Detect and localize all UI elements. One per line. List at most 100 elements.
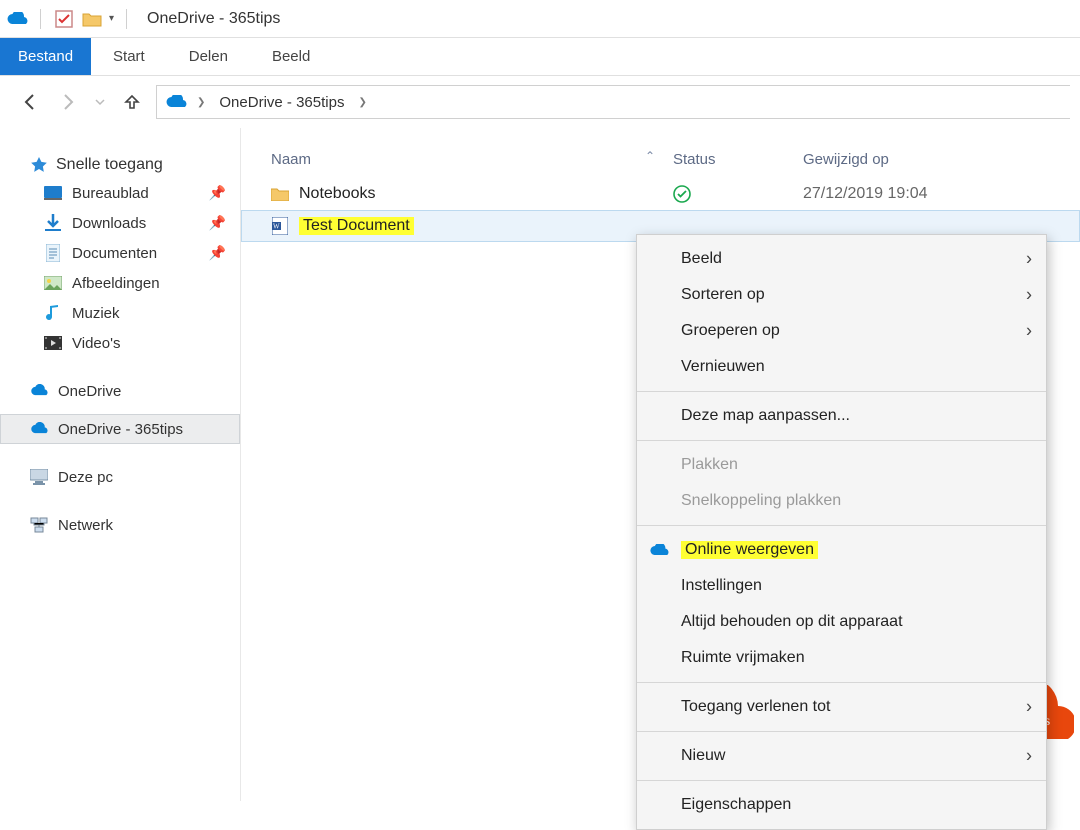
chevron-right-icon[interactable]: ❯	[354, 97, 370, 108]
onedrive-icon	[30, 382, 48, 400]
sidebar-item-onedrive[interactable]: OneDrive	[0, 376, 240, 406]
ribbon: Bestand Start Delen Beeld	[0, 38, 1080, 76]
separator	[40, 9, 41, 29]
sidebar-item-downloads[interactable]: Downloads 📌	[0, 208, 240, 238]
qat-dropdown[interactable]: ▾	[109, 13, 114, 24]
ctx-view-online[interactable]: Online weergeven	[637, 532, 1046, 568]
ctx-label: Instellingen	[681, 577, 762, 595]
sidebar-item-network[interactable]: Netwerk	[0, 510, 240, 540]
ctx-label: Vernieuwen	[681, 358, 765, 376]
sidebar-item-label: OneDrive - 365tips	[58, 421, 183, 438]
synced-icon	[673, 185, 803, 203]
word-document-icon: W	[271, 217, 289, 235]
pin-icon: 📌	[209, 215, 226, 232]
separator	[637, 391, 1046, 392]
ribbon-tab-start[interactable]: Start	[91, 38, 167, 75]
videos-icon	[44, 334, 62, 352]
separator	[126, 9, 127, 29]
ribbon-tab-file[interactable]: Bestand	[0, 38, 91, 75]
chevron-right-icon: ›	[1026, 285, 1032, 306]
back-button[interactable]	[16, 88, 44, 116]
sidebar-item-label: Muziek	[72, 305, 120, 322]
ctx-label: Beeld	[681, 250, 722, 268]
forward-button[interactable]	[54, 88, 82, 116]
up-button[interactable]	[118, 88, 146, 116]
sidebar-quick-access[interactable]: Snelle toegang	[0, 152, 240, 178]
ctx-label: Online weergeven	[681, 541, 818, 559]
sidebar-item-desktop[interactable]: Bureaublad 📌	[0, 178, 240, 208]
file-name: Test Document	[299, 217, 414, 235]
ctx-view[interactable]: Beeld ›	[637, 241, 1046, 277]
downloads-icon	[44, 214, 62, 232]
onedrive-icon	[30, 420, 48, 438]
nav-row: ❯ OneDrive - 365tips ❯	[0, 76, 1080, 128]
sidebar: Snelle toegang Bureaublad 📌 Downloads 📌 …	[0, 128, 240, 801]
qat-folder-icon[interactable]	[81, 8, 103, 30]
breadcrumb[interactable]: OneDrive - 365tips	[215, 92, 348, 113]
this-pc-icon	[30, 468, 48, 486]
column-modified[interactable]: Gewijzigd op	[803, 151, 1080, 168]
separator	[637, 525, 1046, 526]
file-row[interactable]: Notebooks 27/12/2019 19:04	[241, 178, 1080, 210]
ctx-properties[interactable]: Eigenschappen	[637, 787, 1046, 823]
ctx-paste[interactable]: Plakken	[637, 447, 1046, 483]
qat-properties-icon[interactable]	[53, 8, 75, 30]
network-icon	[30, 516, 48, 534]
star-icon	[30, 156, 48, 174]
separator	[637, 731, 1046, 732]
ctx-label: Sorteren op	[681, 286, 765, 304]
ctx-label: Groeperen op	[681, 322, 780, 340]
ctx-settings[interactable]: Instellingen	[637, 568, 1046, 604]
column-name[interactable]: Naam ⌃	[241, 151, 673, 168]
ctx-label: Deze map aanpassen...	[681, 407, 850, 425]
ctx-refresh[interactable]: Vernieuwen	[637, 349, 1046, 385]
pin-icon: 📌	[209, 245, 226, 262]
chevron-right-icon: ›	[1026, 249, 1032, 270]
ctx-new[interactable]: Nieuw ›	[637, 738, 1046, 774]
column-status[interactable]: Status	[673, 151, 803, 168]
ctx-label: Ruimte vrijmaken	[681, 649, 805, 667]
sidebar-item-label: Bureaublad	[72, 185, 149, 202]
ctx-label: Plakken	[681, 456, 738, 474]
sidebar-item-music[interactable]: Muziek	[0, 298, 240, 328]
sidebar-item-label: Documenten	[72, 245, 157, 262]
recent-dropdown[interactable]	[92, 88, 108, 116]
sidebar-item-label: Downloads	[72, 215, 146, 232]
sidebar-item-onedrive-365tips[interactable]: OneDrive - 365tips	[0, 414, 240, 444]
column-label: Gewijzigd op	[803, 151, 889, 168]
ctx-label: Altijd behouden op dit apparaat	[681, 613, 903, 631]
chevron-right-icon[interactable]: ❯	[193, 97, 209, 108]
ribbon-tab-view[interactable]: Beeld	[250, 38, 332, 75]
sidebar-item-pictures[interactable]: Afbeeldingen	[0, 268, 240, 298]
separator	[637, 682, 1046, 683]
sidebar-item-documents[interactable]: Documenten 📌	[0, 238, 240, 268]
sidebar-item-label: Afbeeldingen	[72, 275, 160, 292]
sidebar-item-label: Video's	[72, 335, 120, 352]
ctx-always-keep[interactable]: Altijd behouden op dit apparaat	[637, 604, 1046, 640]
chevron-right-icon: ›	[1026, 321, 1032, 342]
ctx-give-access[interactable]: Toegang verlenen tot ›	[637, 689, 1046, 725]
pictures-icon	[44, 274, 62, 292]
column-label: Naam	[271, 151, 311, 168]
sidebar-item-this-pc[interactable]: Deze pc	[0, 462, 240, 492]
ribbon-tab-share[interactable]: Delen	[167, 38, 250, 75]
title-bar: ▾ OneDrive - 365tips	[0, 0, 1080, 38]
onedrive-icon	[6, 8, 28, 30]
ctx-label: Snelkoppeling plakken	[681, 492, 841, 510]
column-headers: Naam ⌃ Status Gewijzigd op	[241, 128, 1080, 168]
ctx-group[interactable]: Groeperen op ›	[637, 313, 1046, 349]
separator	[637, 440, 1046, 441]
onedrive-icon	[649, 540, 669, 560]
ctx-paste-shortcut[interactable]: Snelkoppeling plakken	[637, 483, 1046, 519]
chevron-right-icon: ›	[1026, 697, 1032, 718]
folder-icon	[271, 185, 289, 203]
ctx-label: Nieuw	[681, 747, 725, 765]
file-modified: 27/12/2019 19:04	[803, 185, 1080, 203]
ctx-sort[interactable]: Sorteren op ›	[637, 277, 1046, 313]
ctx-free-up-space[interactable]: Ruimte vrijmaken	[637, 640, 1046, 676]
sidebar-item-videos[interactable]: Video's	[0, 328, 240, 358]
svg-text:W: W	[273, 223, 280, 231]
ctx-customize-folder[interactable]: Deze map aanpassen...	[637, 398, 1046, 434]
quick-access-label: Snelle toegang	[56, 156, 163, 174]
address-bar[interactable]: ❯ OneDrive - 365tips ❯	[156, 85, 1070, 119]
